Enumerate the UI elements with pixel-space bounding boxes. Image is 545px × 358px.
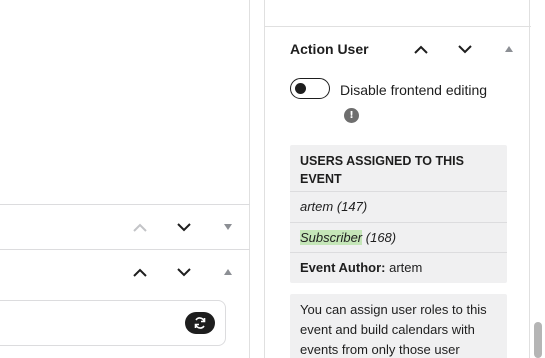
collapse-panel-button[interactable] xyxy=(216,260,240,284)
caret-down-icon xyxy=(224,224,232,230)
move-down-button[interactable] xyxy=(453,37,477,61)
refresh-icon xyxy=(194,317,206,329)
author-value: artem xyxy=(389,260,423,275)
panel-title: Action User xyxy=(290,41,369,57)
toggle-knob xyxy=(295,82,306,94)
divider xyxy=(265,26,531,27)
expand-panel-button[interactable] xyxy=(216,215,240,239)
description-text: You can assign user roles to this event … xyxy=(300,302,487,357)
description-box: You can assign user roles to this event … xyxy=(290,294,507,358)
settings-sidebar: Action User Disable frontend editing ! U… xyxy=(264,0,531,358)
chevron-up-icon xyxy=(133,223,147,232)
user-name: Subscriber xyxy=(300,230,363,245)
collapsed-panel-row xyxy=(0,204,250,250)
list-item: Subscriber (168) xyxy=(300,230,396,245)
refresh-button[interactable] xyxy=(185,312,215,334)
user-count: (168) xyxy=(365,230,397,245)
users-assigned-box: USERS ASSIGNED TO THIS EVENT artem (147)… xyxy=(290,145,507,283)
disable-frontend-editing-toggle[interactable] xyxy=(290,78,330,99)
caret-up-icon xyxy=(224,269,232,275)
event-author: Event Author: artem xyxy=(300,260,422,275)
chevron-up-icon xyxy=(133,268,147,277)
collapse-panel-button[interactable] xyxy=(497,37,521,61)
user-count: (147) xyxy=(336,199,368,214)
chevron-up-icon xyxy=(414,45,428,54)
divider xyxy=(290,191,507,192)
move-down-button[interactable] xyxy=(172,260,196,284)
chevron-down-icon xyxy=(458,44,472,53)
expanded-panel-row xyxy=(0,249,250,295)
divider xyxy=(290,222,507,223)
toggle-label: Disable frontend editing xyxy=(340,82,488,98)
info-icon[interactable]: ! xyxy=(344,108,359,123)
text-input-field[interactable] xyxy=(0,300,226,346)
editor-canvas xyxy=(0,0,250,358)
move-up-button[interactable] xyxy=(128,215,152,239)
caret-up-icon xyxy=(505,46,513,52)
move-up-button[interactable] xyxy=(409,37,433,61)
author-label: Event Author: xyxy=(300,260,386,275)
move-down-button[interactable] xyxy=(172,215,196,239)
move-up-button[interactable] xyxy=(128,260,152,284)
scrollbar[interactable] xyxy=(534,322,542,358)
chevron-down-icon xyxy=(177,222,191,231)
user-name: artem xyxy=(300,199,334,214)
list-item: artem (147) xyxy=(300,199,367,214)
divider xyxy=(290,252,507,253)
chevron-down-icon xyxy=(177,267,191,276)
users-heading: USERS ASSIGNED TO THIS EVENT xyxy=(300,154,464,186)
